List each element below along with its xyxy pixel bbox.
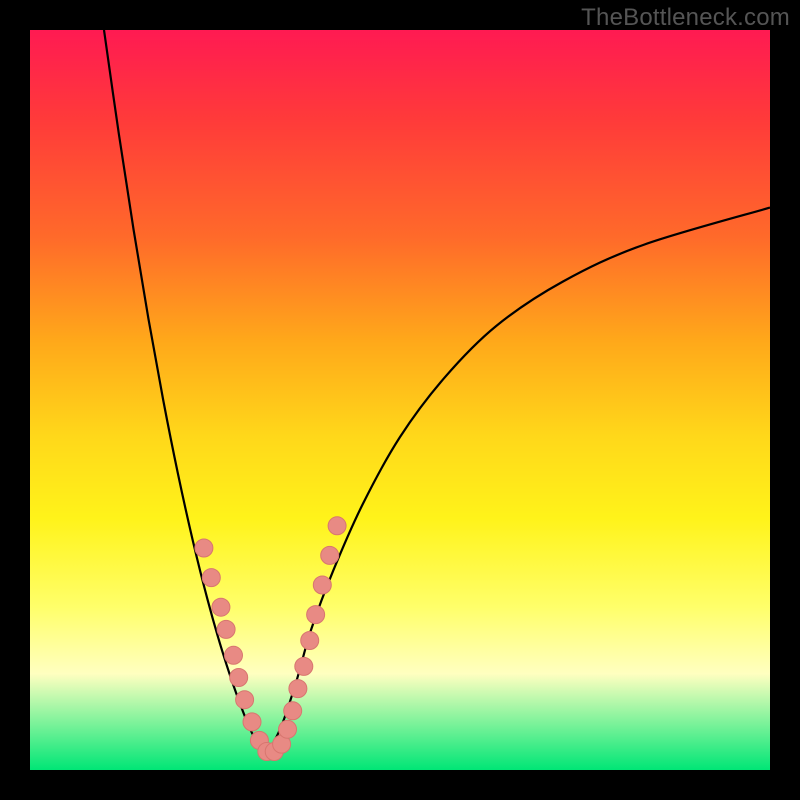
- marker-dot: [289, 680, 307, 698]
- marker-dot: [301, 632, 319, 650]
- marker-dot: [321, 546, 339, 564]
- marker-dot: [295, 657, 313, 675]
- marker-dot: [230, 669, 248, 687]
- plot-area: [30, 30, 770, 770]
- bottleneck-curve-right: [267, 208, 770, 756]
- watermark-text: TheBottleneck.com: [581, 4, 790, 32]
- marker-dot: [313, 576, 331, 594]
- marker-dot: [225, 646, 243, 664]
- marker-dot: [195, 539, 213, 557]
- marker-dot: [243, 713, 261, 731]
- bottleneck-curve-left: [104, 30, 267, 755]
- marker-dot: [202, 569, 220, 587]
- marker-dot: [279, 720, 297, 738]
- marker-dot: [284, 702, 302, 720]
- marker-dot: [217, 620, 235, 638]
- marker-dot: [307, 606, 325, 624]
- chart-frame: TheBottleneck.com: [0, 0, 800, 800]
- marker-dot: [212, 598, 230, 616]
- marker-dot: [328, 517, 346, 535]
- marker-dot: [236, 691, 254, 709]
- curve-layer: [30, 30, 770, 770]
